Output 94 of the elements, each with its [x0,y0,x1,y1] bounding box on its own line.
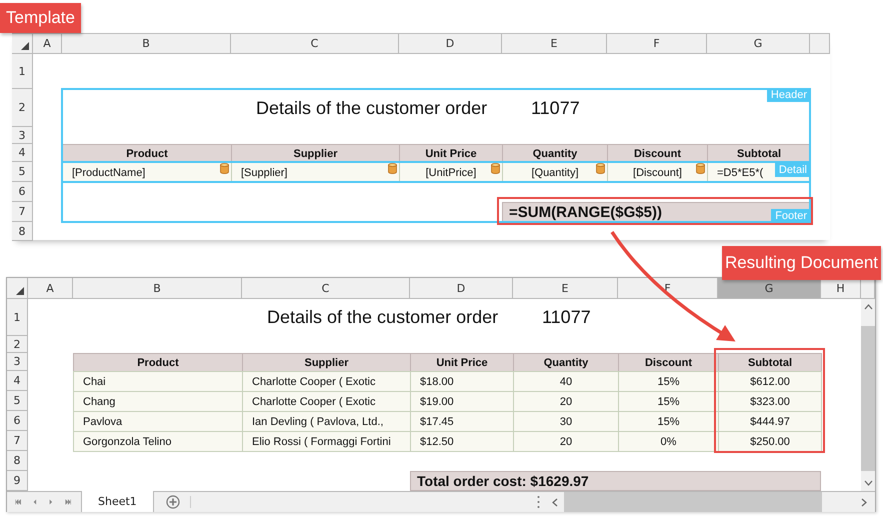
database-icon [696,163,705,174]
row-header[interactable]: 5 [7,391,28,411]
select-all-icon[interactable] [16,287,24,295]
table-cell: $323.00 [718,391,822,412]
splitter-handle-icon[interactable] [536,495,540,509]
database-icon [220,163,229,174]
table-header-cell: Subtotal [718,353,822,372]
table-header-cell: Supplier [242,353,411,372]
row-header[interactable]: 3 [7,353,28,371]
vertical-scrollbar[interactable] [861,299,875,491]
table-cell: Gorgonzola Telino [73,431,243,452]
column-header[interactable]: H [821,278,861,299]
first-sheet-icon[interactable] [15,498,22,506]
row-header[interactable]: 7 [12,202,33,222]
band-tag: Footer [771,209,811,223]
table-cell: 20 [513,431,619,452]
scroll-thumb[interactable] [564,492,822,512]
table-cell: Chai [73,371,243,392]
table-cell: 30 [513,411,619,432]
add-sheet-icon[interactable] [166,495,180,509]
total-cell: Total order cost: $1629.97 [410,471,821,491]
scroll-thumb[interactable] [861,326,875,470]
scroll-right-icon[interactable] [861,498,867,506]
column-header[interactable]: G [707,34,810,54]
row-header[interactable]: 2 [7,336,28,353]
header-strip [861,278,875,299]
table-cell: $18.00 [410,371,514,392]
order-number: 11077 [530,96,581,120]
table-cell: Pavlova [73,411,243,432]
table-header-cell: Unit Price [410,353,514,372]
report-title: Details of the customer order [255,96,488,120]
scroll-down-icon[interactable] [864,480,872,486]
next-sheet-icon[interactable] [49,498,53,506]
database-icon [596,163,605,174]
table-header-cell: Discount [618,353,719,372]
row-header[interactable]: 6 [7,411,28,431]
table-header-cell: Quantity [513,353,619,372]
table-cell: Ian Devling ( Pavlova, Ltd., [242,411,411,432]
report-title: Details of the customer order [266,306,500,329]
scroll-left-icon[interactable] [552,498,558,506]
database-icon [388,163,397,174]
column-header[interactable]: B [62,34,231,54]
table-cell: Charlotte Cooper ( Exotic [242,371,411,392]
row-header[interactable]: 5 [12,162,33,182]
table-cell: Elio Rossi ( Formaggi Fortini [242,431,411,452]
table-cell: 15% [618,411,719,432]
row-header[interactable]: 2 [12,89,33,127]
row-header[interactable]: 1 [12,54,33,89]
row-header[interactable]: 4 [7,371,28,391]
table-cell: $19.00 [410,391,514,412]
callout-label: Template [0,3,81,33]
table-cell: $250.00 [718,431,822,452]
order-number: 11077 [541,306,592,329]
table-cell: Charlotte Cooper ( Exotic [242,391,411,412]
column-header[interactable]: D [399,34,502,54]
column-header[interactable]: E [502,34,607,54]
previous-sheet-icon[interactable] [33,498,37,506]
table-cell: Chang [73,391,243,412]
table-header-cell: Product [73,353,243,372]
column-header[interactable]: B [73,278,242,299]
column-header[interactable]: A [28,278,73,299]
sheet-tab[interactable]: Sheet1 [81,491,154,512]
column-header[interactable]: A [33,34,62,54]
row-header[interactable]: 6 [12,182,33,202]
column-header[interactable]: C [242,278,410,299]
column-header[interactable]: E [513,278,618,299]
table-cell: $12.50 [410,431,514,452]
database-icon [491,163,500,174]
column-header[interactable]: F [607,34,707,54]
table-cell: $17.45 [410,411,514,432]
table-cell: 15% [618,391,719,412]
band-tag: Detail [774,163,811,177]
callout-label: Resulting Document [722,246,881,280]
column-header[interactable] [810,34,830,54]
row-header[interactable]: 4 [12,144,33,162]
row-header[interactable]: 9 [7,471,28,491]
row-header[interactable]: 7 [7,431,28,451]
row-header[interactable]: 8 [12,222,33,241]
scroll-up-icon[interactable] [864,304,872,310]
table-cell: 20 [513,391,619,412]
table-cell: 0% [618,431,719,452]
table-cell: $444.97 [718,411,822,432]
table-cell: $612.00 [718,371,822,392]
last-sheet-icon[interactable] [64,498,71,506]
select-all-icon[interactable] [21,42,29,50]
table-cell: 15% [618,371,719,392]
table-cell: 40 [513,371,619,392]
band-tag: Header [766,88,811,102]
row-header[interactable]: 1 [7,299,28,336]
row-header[interactable]: 8 [7,451,28,471]
column-header[interactable]: D [410,278,513,299]
row-header[interactable]: 3 [12,127,33,144]
column-header[interactable]: G [718,278,821,299]
column-header[interactable]: C [231,34,399,54]
